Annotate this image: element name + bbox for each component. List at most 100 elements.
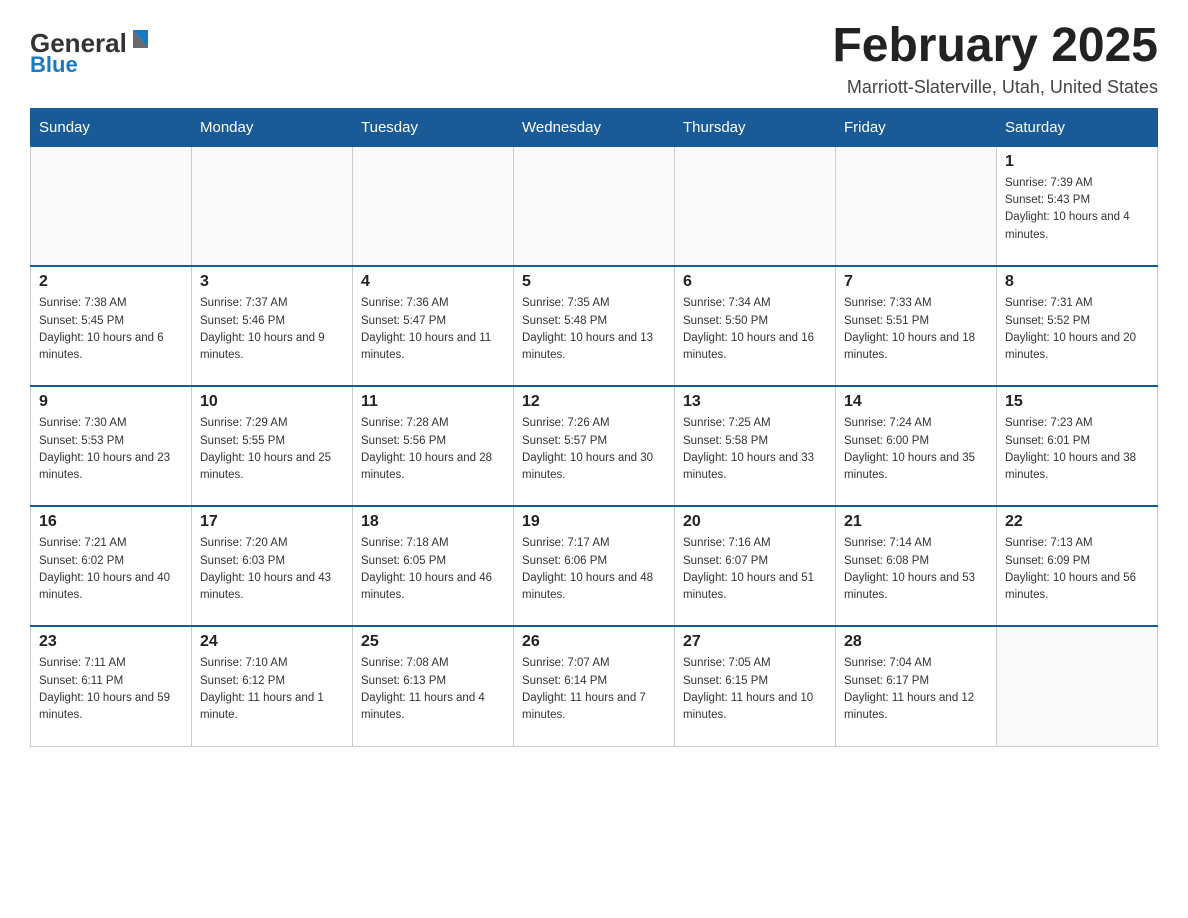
day-number: 19 (522, 513, 666, 531)
day-info: Sunrise: 7:23 AM Sunset: 6:01 PM Dayligh… (1005, 415, 1149, 484)
calendar-week-row: 9 Sunrise: 7:30 AM Sunset: 5:53 PM Daylig… (31, 386, 1158, 506)
day-info: Sunrise: 7:37 AM Sunset: 5:46 PM Dayligh… (200, 295, 344, 364)
calendar-day-cell (353, 146, 514, 266)
day-number: 18 (361, 513, 505, 531)
day-info: Sunrise: 7:35 AM Sunset: 5:48 PM Dayligh… (522, 295, 666, 364)
calendar-day-cell (192, 146, 353, 266)
day-number: 13 (683, 393, 827, 411)
calendar-day-cell: 5 Sunrise: 7:35 AM Sunset: 5:48 PM Daylig… (514, 266, 675, 386)
day-info: Sunrise: 7:16 AM Sunset: 6:07 PM Dayligh… (683, 535, 827, 604)
day-info: Sunrise: 7:14 AM Sunset: 6:08 PM Dayligh… (844, 535, 988, 604)
day-number: 11 (361, 393, 505, 411)
day-info: Sunrise: 7:04 AM Sunset: 6:17 PM Dayligh… (844, 655, 988, 724)
day-info: Sunrise: 7:18 AM Sunset: 6:05 PM Dayligh… (361, 535, 505, 604)
day-header-friday: Friday (836, 108, 997, 146)
calendar-day-cell: 4Sunrise: 7:36 AM Sunset: 5:47 PM Daylig… (353, 266, 514, 386)
calendar-table: SundayMondayTuesdayWednesdayThursdayFrid… (30, 108, 1158, 747)
calendar-header-row: SundayMondayTuesdayWednesdayThursdayFrid… (31, 108, 1158, 146)
day-number: 7 (844, 273, 988, 291)
location-subtitle: Marriott-Slaterville, Utah, United State… (832, 77, 1158, 98)
calendar-day-cell (997, 626, 1158, 746)
calendar-week-row: 1 Sunrise: 7:39 AM Sunset: 5:43 PM Daylig… (31, 146, 1158, 266)
day-info: Sunrise: 7:10 AM Sunset: 6:12 PM Dayligh… (200, 655, 344, 724)
calendar-day-cell: 27Sunrise: 7:05 AM Sunset: 6:15 PM Dayli… (675, 626, 836, 746)
day-info: Sunrise: 7:24 AM Sunset: 6:00 PM Dayligh… (844, 415, 988, 484)
day-number: 4 (361, 273, 505, 291)
day-info: Sunrise: 7:38 AM Sunset: 5:45 PM Dayligh… (39, 295, 183, 364)
day-number: 21 (844, 513, 988, 531)
day-number: 9 (39, 393, 183, 411)
day-number: 6 (683, 273, 827, 291)
day-header-sunday: Sunday (31, 108, 192, 146)
calendar-day-cell: 1 Sunrise: 7:39 AM Sunset: 5:43 PM Daylig… (997, 146, 1158, 266)
day-number: 12 (522, 393, 666, 411)
day-info: Sunrise: 7:25 AM Sunset: 5:58 PM Dayligh… (683, 415, 827, 484)
day-number: 24 (200, 633, 344, 651)
day-info: Sunrise: 7:08 AM Sunset: 6:13 PM Dayligh… (361, 655, 505, 724)
calendar-week-row: 23 Sunrise: 7:11 AM Sunset: 6:11 PM Dayli… (31, 626, 1158, 746)
calendar-week-row: 16 Sunrise: 7:21 AM Sunset: 6:02 PM Dayli… (31, 506, 1158, 626)
calendar-day-cell: 11Sunrise: 7:28 AM Sunset: 5:56 PM Dayli… (353, 386, 514, 506)
day-info: Sunrise: 7:07 AM Sunset: 6:14 PM Dayligh… (522, 655, 666, 724)
day-number: 3 (200, 273, 344, 291)
calendar-day-cell: 19 Sunrise: 7:17 AM Sunset: 6:06 PM Dayli… (514, 506, 675, 626)
calendar-day-cell: 24 Sunrise: 7:10 AM Sunset: 6:12 PM Dayli… (192, 626, 353, 746)
day-info: Sunrise: 7:20 AM Sunset: 6:03 PM Dayligh… (200, 535, 344, 604)
day-number: 28 (844, 633, 988, 651)
month-title: February 2025 (832, 20, 1158, 73)
svg-text:Blue: Blue (30, 52, 78, 75)
day-number: 1 (1005, 153, 1149, 171)
calendar-day-cell: 20 Sunrise: 7:16 AM Sunset: 6:07 PM Dayli… (675, 506, 836, 626)
calendar-day-cell (836, 146, 997, 266)
calendar-day-cell: 10Sunrise: 7:29 AM Sunset: 5:55 PM Dayli… (192, 386, 353, 506)
day-number: 8 (1005, 273, 1149, 291)
day-info: Sunrise: 7:11 AM Sunset: 6:11 PM Dayligh… (39, 655, 183, 724)
logo: General Blue (30, 20, 170, 80)
calendar-day-cell: 23 Sunrise: 7:11 AM Sunset: 6:11 PM Dayli… (31, 626, 192, 746)
day-info: Sunrise: 7:39 AM Sunset: 5:43 PM Dayligh… (1005, 175, 1149, 244)
logo-text: General Blue (30, 20, 170, 80)
day-number: 17 (200, 513, 344, 531)
calendar-day-cell: 6 Sunrise: 7:34 AM Sunset: 5:50 PM Daylig… (675, 266, 836, 386)
day-header-tuesday: Tuesday (353, 108, 514, 146)
day-info: Sunrise: 7:31 AM Sunset: 5:52 PM Dayligh… (1005, 295, 1149, 364)
day-number: 16 (39, 513, 183, 531)
calendar-day-cell: 2 Sunrise: 7:38 AM Sunset: 5:45 PM Daylig… (31, 266, 192, 386)
calendar-day-cell: 18 Sunrise: 7:18 AM Sunset: 6:05 PM Dayli… (353, 506, 514, 626)
day-info: Sunrise: 7:34 AM Sunset: 5:50 PM Dayligh… (683, 295, 827, 364)
day-number: 10 (200, 393, 344, 411)
calendar-day-cell: 7 Sunrise: 7:33 AM Sunset: 5:51 PM Daylig… (836, 266, 997, 386)
calendar-day-cell: 12 Sunrise: 7:26 AM Sunset: 5:57 PM Dayli… (514, 386, 675, 506)
day-header-saturday: Saturday (997, 108, 1158, 146)
day-number: 20 (683, 513, 827, 531)
day-info: Sunrise: 7:13 AM Sunset: 6:09 PM Dayligh… (1005, 535, 1149, 604)
day-header-monday: Monday (192, 108, 353, 146)
calendar-day-cell (675, 146, 836, 266)
calendar-day-cell: 17 Sunrise: 7:20 AM Sunset: 6:03 PM Dayli… (192, 506, 353, 626)
day-number: 5 (522, 273, 666, 291)
calendar-day-cell: 14 Sunrise: 7:24 AM Sunset: 6:00 PM Dayli… (836, 386, 997, 506)
calendar-day-cell: 8 Sunrise: 7:31 AM Sunset: 5:52 PM Daylig… (997, 266, 1158, 386)
day-info: Sunrise: 7:17 AM Sunset: 6:06 PM Dayligh… (522, 535, 666, 604)
day-number: 15 (1005, 393, 1149, 411)
day-info: Sunrise: 7:30 AM Sunset: 5:53 PM Dayligh… (39, 415, 183, 484)
calendar-day-cell: 16 Sunrise: 7:21 AM Sunset: 6:02 PM Dayli… (31, 506, 192, 626)
calendar-day-cell: 15 Sunrise: 7:23 AM Sunset: 6:01 PM Dayli… (997, 386, 1158, 506)
page-header: General Blue February 2025 Marriott-Slat… (30, 20, 1158, 98)
calendar-day-cell (514, 146, 675, 266)
day-number: 14 (844, 393, 988, 411)
calendar-day-cell: 21 Sunrise: 7:14 AM Sunset: 6:08 PM Dayli… (836, 506, 997, 626)
calendar-day-cell: 3 Sunrise: 7:37 AM Sunset: 5:46 PM Daylig… (192, 266, 353, 386)
day-header-wednesday: Wednesday (514, 108, 675, 146)
calendar-day-cell: 9 Sunrise: 7:30 AM Sunset: 5:53 PM Daylig… (31, 386, 192, 506)
day-number: 2 (39, 273, 183, 291)
calendar-day-cell: 22Sunrise: 7:13 AM Sunset: 6:09 PM Dayli… (997, 506, 1158, 626)
day-info: Sunrise: 7:26 AM Sunset: 5:57 PM Dayligh… (522, 415, 666, 484)
day-info: Sunrise: 7:21 AM Sunset: 6:02 PM Dayligh… (39, 535, 183, 604)
day-number: 25 (361, 633, 505, 651)
calendar-week-row: 2 Sunrise: 7:38 AM Sunset: 5:45 PM Daylig… (31, 266, 1158, 386)
calendar-day-cell: 25 Sunrise: 7:08 AM Sunset: 6:13 PM Dayli… (353, 626, 514, 746)
day-number: 23 (39, 633, 183, 651)
day-info: Sunrise: 7:33 AM Sunset: 5:51 PM Dayligh… (844, 295, 988, 364)
calendar-day-cell: 28 Sunrise: 7:04 AM Sunset: 6:17 PM Dayli… (836, 626, 997, 746)
